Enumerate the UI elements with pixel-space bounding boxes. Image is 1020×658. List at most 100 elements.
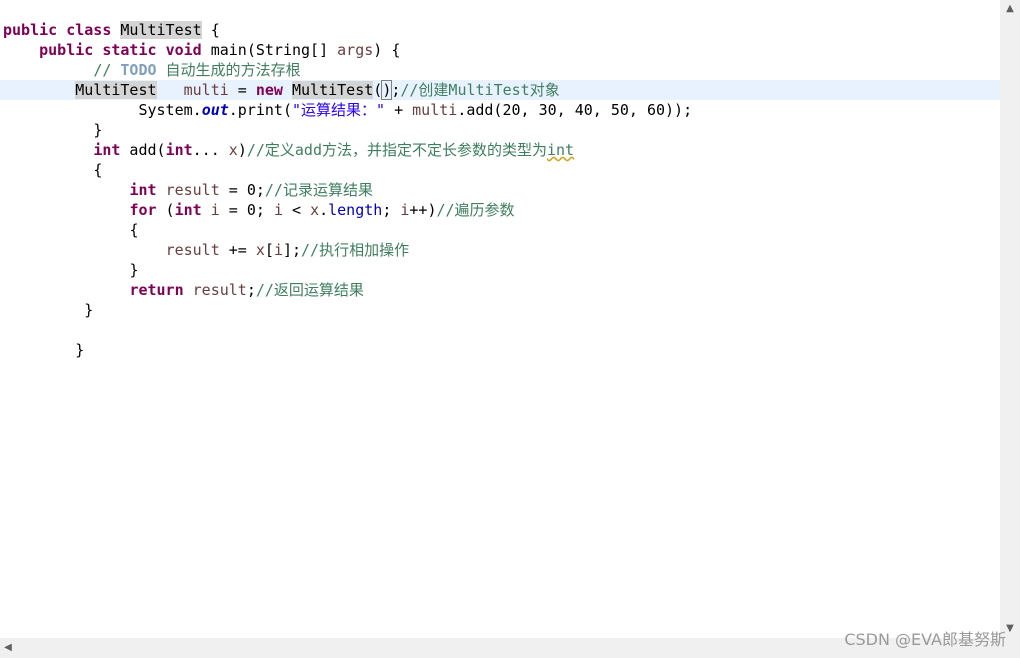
code-token: i xyxy=(273,201,283,219)
code-line[interactable]: // TODO 自动生成的方法存根 xyxy=(0,60,1000,80)
code-line[interactable]: public class MultiTest { xyxy=(0,20,1000,40)
code-token: + xyxy=(385,101,413,119)
code-token: //返回运算结果 xyxy=(255,281,364,299)
code-token: x xyxy=(228,141,238,159)
code-token: public xyxy=(39,41,94,59)
code-token: out xyxy=(201,101,229,119)
code-line[interactable]: System.out.print("运算结果：" + multi.add(20,… xyxy=(0,100,1000,120)
code-token: args xyxy=(337,41,374,59)
code-token: result xyxy=(165,181,220,199)
code-token: = 0; xyxy=(219,181,265,199)
code-line[interactable]: } xyxy=(0,300,1000,320)
code-token: MultiTest xyxy=(75,81,157,99)
code-line[interactable] xyxy=(0,320,1000,340)
code-token: } xyxy=(75,341,85,359)
code-token: . xyxy=(319,201,329,219)
code-token: MultiTest xyxy=(120,21,202,39)
code-token: 自动生成的方法存根 xyxy=(156,61,301,79)
code-token: int xyxy=(547,141,575,159)
code-line[interactable]: { xyxy=(0,220,1000,240)
code-token: multi xyxy=(183,81,229,99)
code-line[interactable]: } xyxy=(0,340,1000,360)
code-token: public xyxy=(3,21,58,39)
code-token: return xyxy=(129,281,184,299)
code-line[interactable]: for (int i = 0; i < x.length; i++)//遍历参数 xyxy=(0,200,1000,220)
code-line[interactable]: } xyxy=(0,120,1000,140)
code-token: //遍历参数 xyxy=(436,201,515,219)
code-token: result xyxy=(165,241,220,259)
code-token: System. xyxy=(138,101,202,119)
vertical-scrollbar[interactable]: ▲ ▼ xyxy=(1000,0,1020,638)
code-token: ]; xyxy=(282,241,302,259)
code-token: [ xyxy=(264,241,274,259)
code-token: "运算结果：" xyxy=(292,101,386,119)
code-token: int xyxy=(93,141,121,159)
code-token: += xyxy=(219,241,256,259)
code-token: ; xyxy=(382,201,401,219)
code-token: ) xyxy=(237,141,247,159)
code-token: } xyxy=(129,261,139,279)
code-token: x xyxy=(310,201,320,219)
code-token: new xyxy=(255,81,283,99)
code-line[interactable]: return result;//返回运算结果 xyxy=(0,280,1000,300)
code-token: .print( xyxy=(228,101,292,119)
code-token: void xyxy=(165,41,202,59)
code-line[interactable]: int result = 0;//记录运算结果 xyxy=(0,180,1000,200)
code-token: i xyxy=(273,241,283,259)
code-token: //记录运算结果 xyxy=(264,181,373,199)
code-token: = xyxy=(228,81,256,99)
code-token: TODO xyxy=(120,61,157,79)
code-token: //定义add方法，并指定不定长参数的类型为 xyxy=(246,141,547,159)
scroll-left-icon[interactable]: ◀ xyxy=(0,638,16,658)
code-token: int xyxy=(165,141,193,159)
code-editor[interactable]: public class MultiTest { public static v… xyxy=(0,0,1000,638)
code-line[interactable]: int add(int... x)//定义add方法，并指定不定长参数的类型为i… xyxy=(0,140,1000,160)
code-line[interactable]: { xyxy=(0,160,1000,180)
code-line[interactable]: result += x[i];//执行相加操作 xyxy=(0,240,1000,260)
code-token: { xyxy=(201,21,220,39)
code-token: MultiTest xyxy=(292,81,374,99)
code-token: add( xyxy=(120,141,166,159)
code-token: i xyxy=(210,201,220,219)
code-token: .add(20, 30, 40, 50, 60)); xyxy=(457,101,693,119)
code-token: result xyxy=(192,281,247,299)
scroll-up-icon[interactable]: ▲ xyxy=(1000,0,1020,18)
code-token: x xyxy=(255,241,265,259)
code-token: ; xyxy=(246,281,256,299)
code-token: length xyxy=(328,201,383,219)
code-token: multi xyxy=(412,101,458,119)
code-line-current[interactable]: MultiTest multi = new MultiTest();//创建Mu… xyxy=(0,80,1000,100)
code-token: main(String[] xyxy=(201,41,338,59)
code-token: int xyxy=(129,181,157,199)
code-token: ( xyxy=(373,81,383,99)
code-token: ) xyxy=(381,80,393,100)
code-line[interactable]: public static void main(String[] args) { xyxy=(0,40,1000,60)
code-token: { xyxy=(93,161,103,179)
code-token: ) { xyxy=(373,41,401,59)
code-line[interactable]: } xyxy=(0,260,1000,280)
code-token: for xyxy=(129,201,157,219)
code-token: { xyxy=(129,221,139,239)
code-token: } xyxy=(93,121,103,139)
code-token: = 0; xyxy=(219,201,274,219)
code-token: //创建MultiTest对象 xyxy=(400,81,560,99)
code-token: < xyxy=(282,201,311,219)
